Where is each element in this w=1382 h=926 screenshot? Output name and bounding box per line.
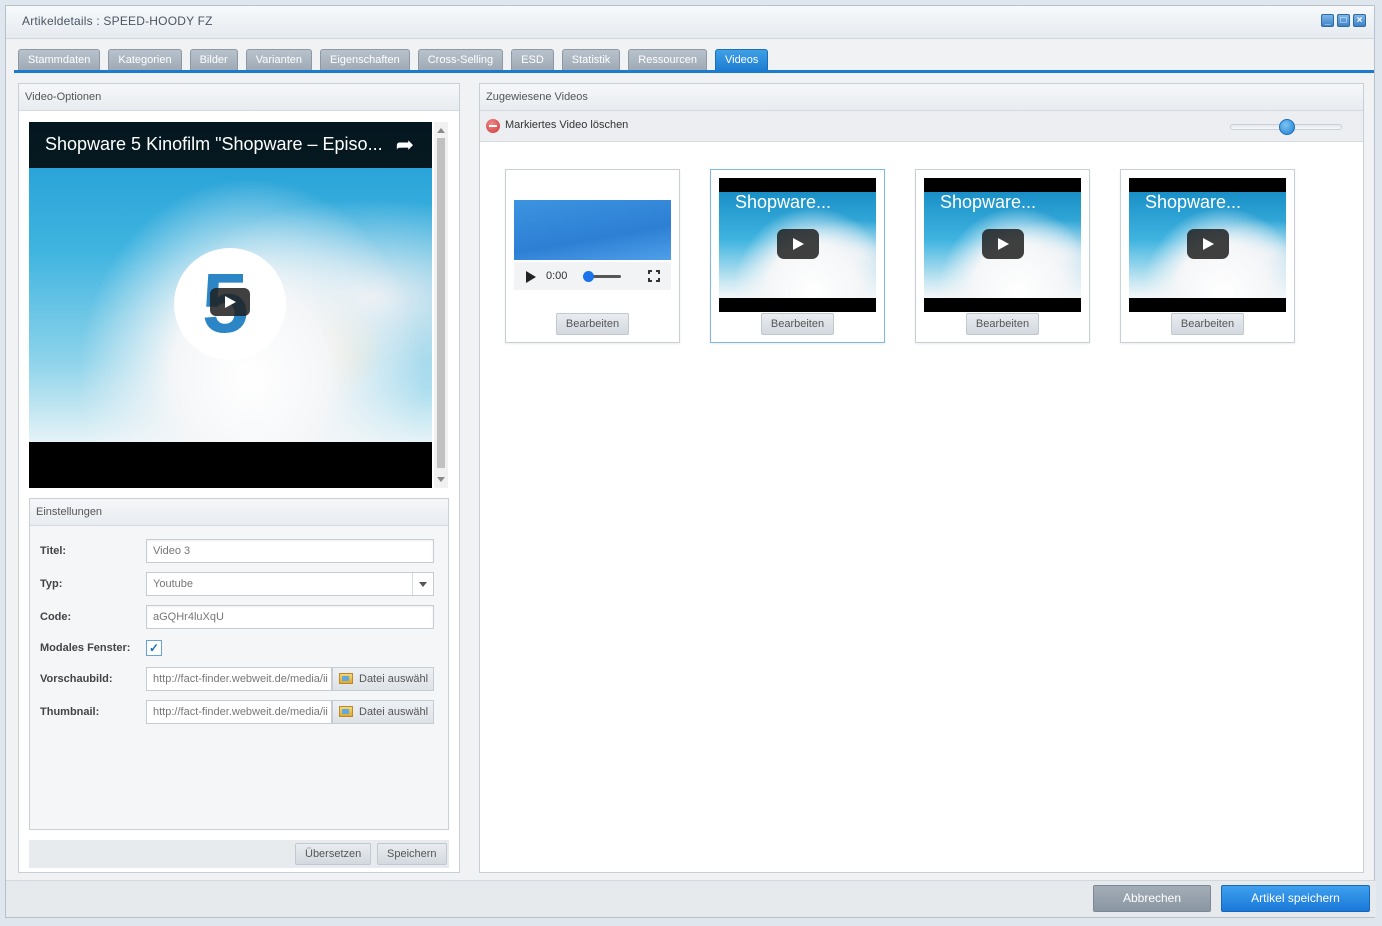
cancel-button[interactable]: Abbrechen — [1093, 885, 1211, 912]
settings-header: Einstellungen — [30, 499, 448, 526]
edit-button[interactable]: Bearbeiten — [761, 313, 834, 335]
code-row: Code: aGQHr4luXqU — [40, 605, 434, 629]
thumbnail-file-button[interactable]: Datei auswähl — [332, 700, 434, 724]
close-icon[interactable]: × — [1353, 14, 1366, 27]
video-options-panel: Video-Optionen Shopware 5 Kinofilm "Shop… — [18, 83, 460, 873]
video-card-title: Shopware... — [735, 192, 832, 212]
play-icon[interactable] — [1187, 229, 1229, 259]
player-controls: 0:00 — [514, 262, 671, 290]
title-row: Titel: Video 3 — [40, 539, 434, 563]
chevron-down-icon[interactable] — [412, 573, 433, 595]
video-thumbnail: Shopware... — [924, 178, 1081, 312]
delete-icon[interactable] — [486, 119, 500, 133]
title-input[interactable]: Video 3 — [146, 539, 434, 563]
play-icon[interactable] — [777, 229, 819, 259]
save-video-button[interactable]: Speichern — [377, 843, 447, 865]
translate-button[interactable]: Übersetzen — [295, 843, 372, 865]
preview-image-file-button[interactable]: Datei auswähl — [332, 667, 434, 691]
video-options-header: Video-Optionen — [19, 84, 459, 111]
image-folder-icon — [339, 673, 353, 684]
volume-knob[interactable] — [583, 271, 594, 282]
video-thumbnail: Shopware... — [719, 178, 876, 312]
edit-button[interactable]: Bearbeiten — [1171, 313, 1244, 335]
settings-fieldset: Einstellungen Titel: Video 3 Typ: Youtub… — [29, 498, 449, 830]
tab-bar: Stammdaten Kategorien Bilder Varianten E… — [6, 38, 1374, 73]
slider-knob[interactable] — [1279, 119, 1295, 135]
modal-row: Modales Fenster: ✓ — [40, 640, 162, 656]
edit-button[interactable]: Bearbeiten — [966, 313, 1039, 335]
tab-cross-selling[interactable]: Cross-Selling — [417, 49, 504, 71]
share-icon[interactable]: ➦ — [396, 132, 414, 158]
save-article-button[interactable]: Artikel speichern — [1221, 885, 1370, 912]
video-still — [514, 200, 671, 260]
thumbnail-size-slider[interactable] — [1230, 119, 1342, 135]
video-card[interactable]: 0:00 Bearbeiten — [505, 169, 680, 343]
tab-videos[interactable]: Videos — [714, 49, 769, 71]
video-card-title: Shopware... — [1145, 192, 1242, 212]
dialog-footer: Abbrechen Artikel speichern — [6, 880, 1376, 917]
scroll-down-icon[interactable] — [437, 477, 445, 482]
preview-image-row: Vorschaubild: http://fact-finder.webweit… — [40, 667, 434, 691]
assigned-videos-header: Zugewiesene Videos — [480, 84, 1363, 111]
window-title: Artikeldetails : SPEED-HOODY FZ — [22, 14, 213, 28]
window-controls: _ □ × — [1321, 14, 1366, 27]
code-input[interactable]: aGQHr4luXqU — [146, 605, 434, 629]
shopware-logo-play-button[interactable]: 5 — [174, 248, 286, 360]
video-card[interactable]: Shopware... Bearbeiten — [915, 169, 1090, 343]
video-title-bar: Shopware 5 Kinofilm "Shopware – Episo...… — [29, 122, 432, 168]
thumbnail-label: Thumbnail: — [40, 706, 100, 718]
play-icon[interactable] — [982, 229, 1024, 259]
type-select-value: Youtube — [153, 578, 193, 590]
edit-button[interactable]: Bearbeiten — [556, 313, 629, 335]
tab-varianten[interactable]: Varianten — [245, 49, 312, 71]
maximize-icon[interactable]: □ — [1337, 14, 1350, 27]
video-card-title: Shopware... — [940, 192, 1037, 212]
tab-underline — [14, 70, 1374, 73]
tab-bilder[interactable]: Bilder — [189, 49, 238, 71]
video-preview-player[interactable]: Shopware 5 Kinofilm "Shopware – Episo...… — [29, 122, 432, 488]
type-row: Typ: Youtube — [40, 572, 434, 596]
delete-video-button[interactable]: Markiertes Video löschen — [505, 119, 628, 131]
tab-kategorien[interactable]: Kategorien — [108, 49, 182, 71]
type-select[interactable]: Youtube — [146, 572, 434, 596]
scrollbar-thumb[interactable] — [437, 138, 445, 468]
tab-ressourcen[interactable]: Ressourcen — [628, 49, 707, 71]
play-icon[interactable] — [210, 288, 250, 316]
image-folder-icon — [339, 706, 353, 717]
thumbnail-row: Thumbnail: http://fact-finder.webweit.de… — [40, 700, 434, 724]
preview-image-input[interactable]: http://fact-finder.webweit.de/media/ii — [146, 667, 332, 691]
video-card[interactable]: Shopware... Bearbeiten — [710, 169, 885, 343]
tab-eigenschaften[interactable]: Eigenschaften — [320, 49, 410, 71]
article-details-window: Artikeldetails : SPEED-HOODY FZ _ □ × St… — [5, 5, 1376, 918]
thumbnail-file-button-label: Datei auswähl — [359, 706, 429, 718]
video-card[interactable]: Shopware... Bearbeiten — [1120, 169, 1295, 343]
tab-esd[interactable]: ESD — [511, 49, 554, 71]
audio-player[interactable]: 0:00 — [514, 200, 671, 292]
videos-toolbar: Markiertes Video löschen — [480, 111, 1363, 142]
thumbnail-input[interactable]: http://fact-finder.webweit.de/media/ii — [146, 700, 332, 724]
tab-stammdaten[interactable]: Stammdaten — [18, 49, 101, 71]
window-titlebar[interactable]: Artikeldetails : SPEED-HOODY FZ _ □ × — [6, 6, 1374, 39]
code-label: Code: — [40, 611, 72, 623]
tab-statistik[interactable]: Statistik — [561, 49, 621, 71]
fullscreen-icon[interactable] — [648, 270, 660, 282]
preview-image-label: Vorschaubild: — [40, 673, 113, 685]
play-icon[interactable] — [526, 271, 536, 283]
title-label: Titel: — [40, 545, 67, 557]
minimize-icon[interactable]: _ — [1321, 14, 1334, 27]
video-preview-title[interactable]: Shopware 5 Kinofilm "Shopware – Episo... — [45, 134, 383, 155]
assigned-videos-panel: Zugewiesene Videos Markiertes Video lösc… — [479, 83, 1364, 873]
video-thumbnail: Shopware... — [1129, 178, 1286, 312]
type-label: Typ: — [40, 578, 63, 590]
modal-checkbox[interactable]: ✓ — [146, 640, 162, 656]
preview-image-file-button-label: Datei auswähl — [359, 673, 429, 685]
preview-scrollbar[interactable] — [434, 122, 448, 488]
player-time: 0:00 — [546, 270, 568, 282]
left-panel-footer: Übersetzen Speichern — [29, 840, 449, 868]
modal-label: Modales Fenster: — [40, 642, 131, 654]
scroll-up-icon[interactable] — [437, 128, 445, 133]
